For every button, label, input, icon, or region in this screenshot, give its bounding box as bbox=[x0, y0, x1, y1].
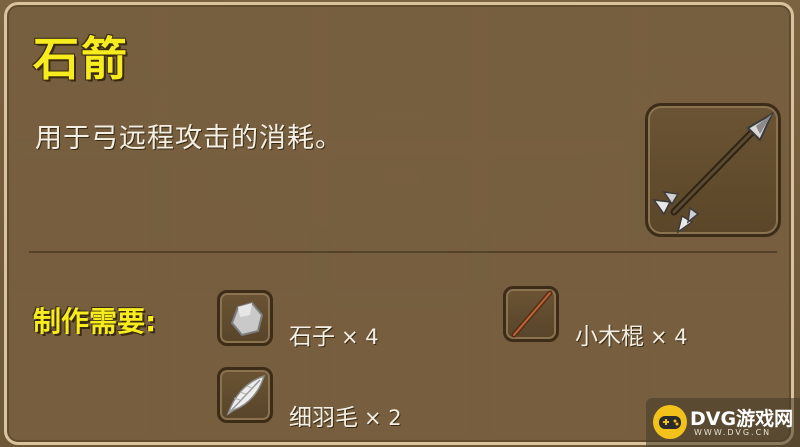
recipe-label: 制作需要: bbox=[33, 305, 157, 338]
material-slot-stick[interactable] bbox=[503, 286, 559, 342]
gamepad-logo-icon bbox=[653, 405, 687, 439]
material-count: × 4 bbox=[341, 325, 379, 349]
material-entry-stick: 小木棍 × 4 bbox=[575, 317, 688, 351]
site-watermark: DVG游戏网 WWW.DVG.CN bbox=[646, 398, 800, 447]
watermark-url: WWW.DVG.CN bbox=[694, 428, 772, 437]
item-name: 石箭 bbox=[33, 32, 129, 86]
item-tooltip-panel: 石箭 用于弓远程攻击的消耗。 制作需要: 石子 × 4 小木棍 × 4 细羽毛 … bbox=[4, 2, 794, 445]
material-entry-feather: 细羽毛 × 2 bbox=[289, 398, 402, 432]
arrow-icon bbox=[652, 111, 775, 234]
material-entry-stone: 石子 × 4 bbox=[289, 317, 379, 351]
item-description: 用于弓远程攻击的消耗。 bbox=[35, 123, 343, 154]
material-name: 小木棍 bbox=[575, 324, 644, 350]
material-slot-feather[interactable] bbox=[217, 367, 273, 423]
material-name: 细羽毛 bbox=[289, 405, 358, 431]
material-count: × 2 bbox=[364, 406, 402, 430]
stone-icon bbox=[230, 301, 264, 337]
material-name: 石子 bbox=[289, 324, 335, 350]
section-divider bbox=[29, 251, 777, 253]
game-screen: 石箭 用于弓远程攻击的消耗。 制作需要: 石子 × 4 小木棍 × 4 细羽毛 … bbox=[0, 0, 800, 447]
stick-icon bbox=[511, 290, 553, 338]
material-slot-stone[interactable] bbox=[217, 290, 273, 346]
item-icon-frame bbox=[645, 103, 781, 237]
feather-icon bbox=[226, 374, 266, 416]
watermark-text: DVG游戏网 bbox=[690, 408, 794, 430]
material-count: × 4 bbox=[650, 325, 688, 349]
